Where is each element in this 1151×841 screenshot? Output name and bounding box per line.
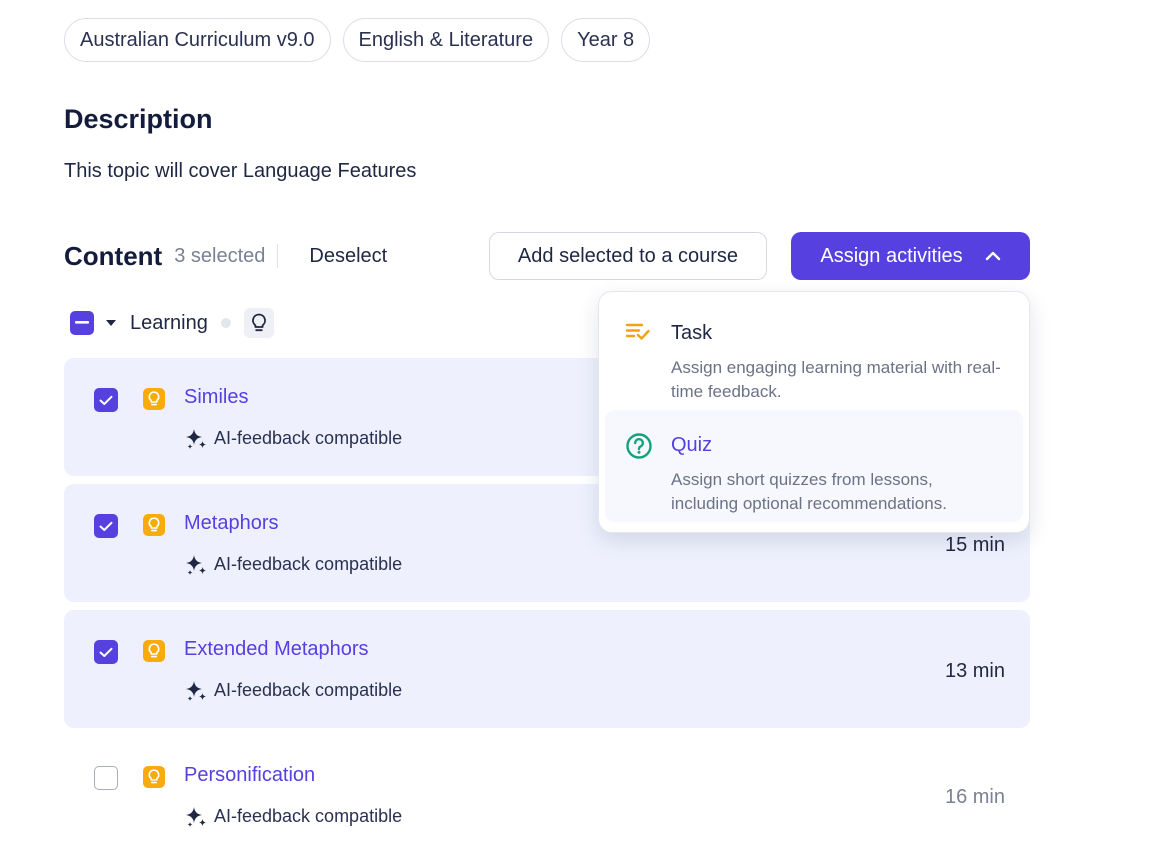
item-checkbox[interactable]: [94, 766, 118, 790]
ai-feedback-label: AI-feedback compatible: [214, 553, 403, 574]
item-duration: 16 min: [944, 786, 1005, 808]
sparkles-icon: [186, 555, 206, 575]
deselect-button[interactable]: Deselect: [309, 245, 387, 268]
ai-feedback-tag: AI-feedback compatible: [184, 426, 402, 450]
list-item[interactable]: Extended Metaphors AI-feedback compatibl…: [64, 610, 1030, 728]
description-heading: Description: [64, 104, 213, 134]
item-title[interactable]: Metaphors: [184, 512, 279, 535]
item-title[interactable]: Extended Metaphors: [184, 638, 369, 661]
item-duration: 15 min: [944, 534, 1005, 556]
ai-feedback-tag: AI-feedback compatible: [184, 804, 402, 828]
ai-feedback-tag: AI-feedback compatible: [184, 678, 402, 702]
lightbulb-icon: [143, 766, 165, 788]
menu-item-quiz[interactable]: Quiz Assign short quizzes from lessons, …: [605, 410, 1023, 522]
caret-down-icon[interactable]: [106, 320, 116, 326]
minus-icon: [75, 321, 89, 324]
item-title[interactable]: Similes: [184, 386, 248, 409]
menu-item-title: Quiz: [671, 434, 713, 456]
check-icon: [99, 647, 113, 657]
chevron-up-icon: [985, 251, 1000, 261]
lightbulb-icon: [143, 388, 165, 410]
ai-feedback-label: AI-feedback compatible: [214, 679, 403, 700]
item-title[interactable]: Personification: [184, 764, 315, 787]
menu-item-description: Assign short quizzes from lessons, inclu…: [671, 470, 947, 513]
content-toolbar: Content 3 selected Deselect Add selected…: [64, 232, 1030, 280]
ai-feedback-label: AI-feedback compatible: [214, 427, 403, 448]
check-icon: [99, 521, 113, 531]
content-title: Content: [64, 240, 163, 271]
sparkles-icon: [186, 429, 206, 449]
item-duration: 13 min: [944, 660, 1005, 682]
toolbar-divider: [277, 244, 279, 268]
separator-dot: [220, 318, 231, 328]
item-checkbox[interactable]: [94, 514, 118, 538]
list-item[interactable]: Personification AI-feedback compatible 1…: [64, 736, 1030, 841]
question-circle-icon: [625, 432, 653, 465]
ai-feedback-label: AI-feedback compatible: [214, 805, 403, 826]
lightbulb-icon: [143, 514, 165, 536]
item-checkbox[interactable]: [94, 640, 118, 664]
tag-year[interactable]: Year 8: [561, 18, 651, 62]
menu-item-task[interactable]: Task Assign engaging learning material w…: [605, 298, 1023, 410]
sparkles-icon: [186, 807, 206, 827]
ai-feedback-tag: AI-feedback compatible: [184, 552, 402, 576]
assign-activities-label: Assign activities: [820, 244, 963, 267]
add-selected-to-course-button[interactable]: Add selected to a course: [489, 232, 767, 280]
tag-subject[interactable]: English & Literature: [342, 18, 550, 62]
check-icon: [99, 395, 113, 405]
learning-group-header: Learning: [64, 306, 274, 340]
add-selected-to-course-label: Add selected to a course: [517, 244, 739, 267]
lightbulb-icon: [243, 308, 274, 338]
sparkles-icon: [186, 681, 206, 701]
description-text: This topic will cover Language Features: [64, 160, 417, 182]
group-label: Learning: [130, 311, 208, 334]
select-all-checkbox[interactable]: [70, 311, 94, 335]
lightbulb-icon: [143, 640, 165, 662]
menu-item-description: Assign engaging learning material with r…: [671, 358, 1001, 401]
menu-item-title: Task: [671, 322, 713, 344]
selected-count: 3 selected: [174, 244, 266, 267]
assign-activities-button[interactable]: Assign activities: [791, 232, 1030, 280]
assign-activities-menu: Task Assign engaging learning material w…: [598, 291, 1030, 533]
curriculum-tags: Australian Curriculum v9.0 English & Lit…: [64, 18, 651, 62]
tag-curriculum[interactable]: Australian Curriculum v9.0: [64, 18, 331, 62]
task-list-check-icon: [625, 320, 651, 347]
item-checkbox[interactable]: [94, 388, 118, 412]
